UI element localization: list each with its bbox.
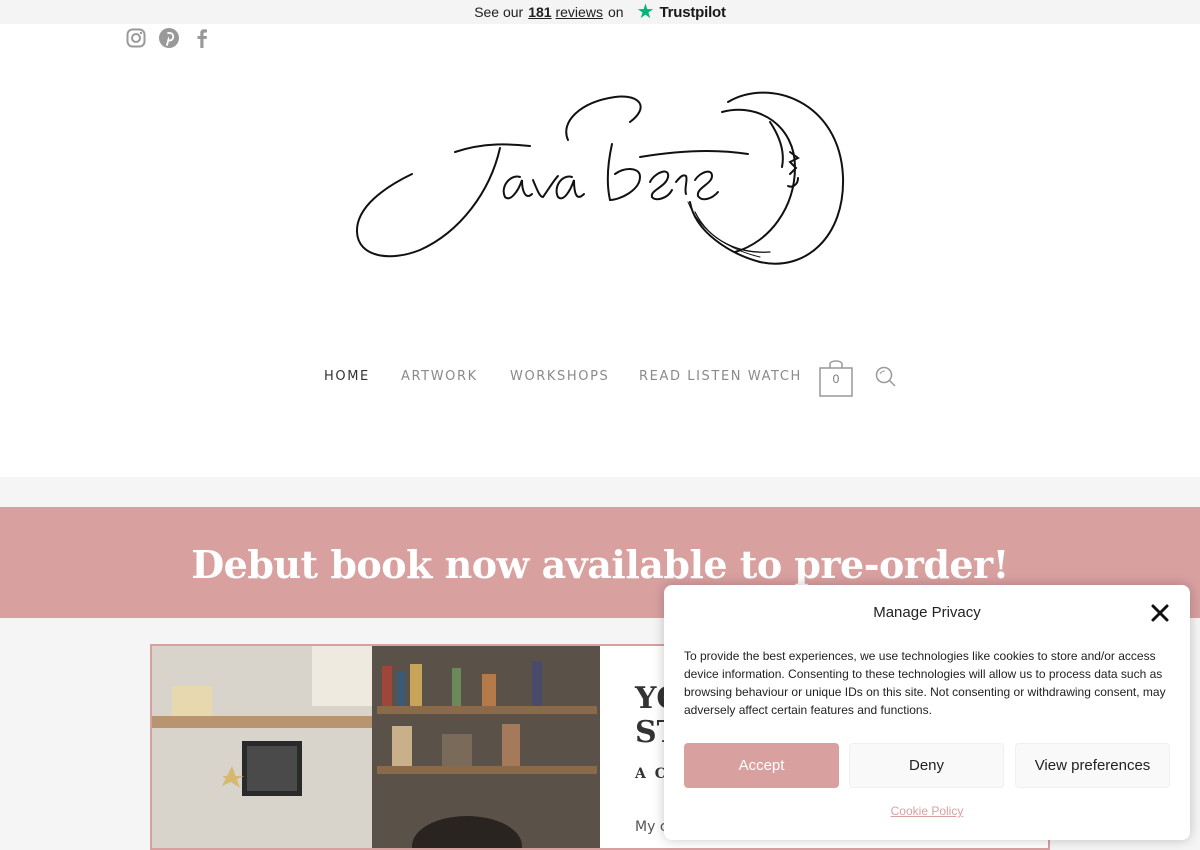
privacy-title: Manage Privacy (873, 604, 981, 621)
banner-text: Debut book now available to pre-order! (191, 542, 1009, 587)
card-paragraph: My c (635, 819, 668, 835)
trustpilot-bar: See our 181 reviews on ★ Trustpilot (0, 0, 1200, 24)
artist-studio-photo (152, 646, 600, 848)
review-count: 181 (528, 4, 552, 20)
cart-button[interactable]: 0 (818, 358, 854, 398)
accept-button[interactable]: Accept (684, 743, 839, 788)
view-preferences-button[interactable]: View preferences (1015, 743, 1170, 788)
trustpilot-prefix: See our (474, 4, 524, 20)
search-icon[interactable] (874, 365, 898, 389)
social-links (125, 27, 213, 49)
cart-count: 0 (832, 372, 840, 386)
site-header: HOME ARTWORK WORKSHOPS READ LISTEN WATCH… (0, 24, 1200, 477)
nav-workshops[interactable]: WORKSHOPS (510, 369, 609, 384)
trustpilot-brand[interactable]: Trustpilot (659, 4, 726, 21)
trustpilot-on: on (607, 4, 624, 20)
instagram-icon[interactable] (125, 27, 147, 49)
trustpilot-star-icon: ★ (636, 1, 655, 23)
reviews-label: reviews (555, 4, 603, 20)
close-icon[interactable] (1149, 602, 1171, 624)
nav-read-listen-watch[interactable]: READ LISTEN WATCH (639, 369, 802, 384)
pinterest-icon[interactable] (158, 27, 180, 49)
java-bere-logo[interactable] (350, 82, 850, 267)
privacy-dialog: Manage Privacy To provide the best exper… (664, 585, 1190, 840)
nav-artwork[interactable]: ARTWORK (401, 369, 478, 384)
main-nav: HOME ARTWORK WORKSHOPS READ LISTEN WATCH… (0, 354, 1200, 402)
cookie-policy-link[interactable]: Cookie Policy (664, 804, 1170, 818)
deny-button[interactable]: Deny (849, 743, 1004, 788)
facebook-icon[interactable] (191, 27, 213, 49)
nav-home[interactable]: HOME (324, 369, 370, 384)
trustpilot-reviews-link[interactable]: 181 reviews (528, 4, 603, 20)
privacy-body: To provide the best experiences, we use … (684, 649, 1166, 717)
